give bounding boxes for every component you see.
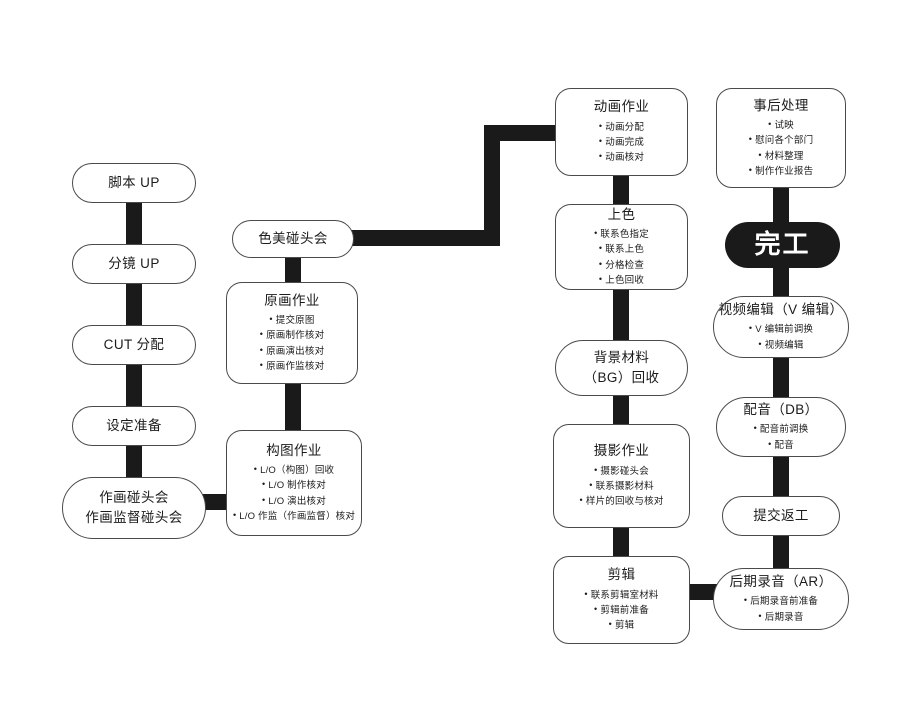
node-bullet-list: 摄影碰头会 联系摄影材料 样片的回收与核对 <box>580 464 664 510</box>
list-item: 慰问各个部门 <box>749 133 814 148</box>
node-bullet-list: 配音前调换 配音 <box>754 422 809 453</box>
node-title: 剪辑 <box>607 567 636 583</box>
list-item: 上色回收 <box>594 273 649 288</box>
list-item: 联系上色 <box>594 242 649 257</box>
connector-photography-to-editing <box>613 524 629 560</box>
node-script-up[interactable]: 脚本 UP <box>72 163 196 203</box>
connector-inbetween-to-coloring <box>613 172 629 208</box>
node-cut-assign[interactable]: CUT 分配 <box>72 325 196 365</box>
node-submit-rework[interactable]: 提交返工 <box>722 496 840 536</box>
node-setting-prep[interactable]: 设定准备 <box>72 406 196 446</box>
list-item: 摄影碰头会 <box>580 464 664 479</box>
list-item: 后期录音前准备 <box>744 594 818 609</box>
node-key-animation[interactable]: 原画作业 提交原图 原画制作核对 原画演出核对 原画作监核对 <box>226 282 358 384</box>
list-item: 联系剪辑室材料 <box>584 588 659 603</box>
node-title: 事后处理 <box>753 97 809 113</box>
flowchart-canvas: 脚本 UP 分镜 UP CUT 分配 设定准备 作画碰头会 作画监督碰头会 色美… <box>0 0 918 713</box>
node-bullet-list: 联系剪辑室材料 剪辑前准备 剪辑 <box>584 588 659 634</box>
connector-cut-to-setting <box>126 360 142 412</box>
list-item: L/O 演出核对 <box>233 494 355 509</box>
connector-coloring-to-bg <box>613 286 629 344</box>
node-layout-work[interactable]: 构图作业 L/O（构图）回收 L/O 制作核对 L/O 演出核对 L/O 作监（… <box>226 430 362 536</box>
list-item: 剪辑 <box>584 618 658 633</box>
node-title: 后期录音（AR） <box>729 574 833 590</box>
node-title-2: （BG）回收 <box>583 370 660 385</box>
node-title: 配音（DB） <box>743 402 819 418</box>
node-title: 上色 <box>607 206 636 222</box>
list-item: 配音 <box>754 438 809 453</box>
connector-colormeeting-step-h2 <box>484 125 564 141</box>
list-item: 剪辑前准备 <box>584 603 658 618</box>
list-item: 后期录音 <box>744 610 818 625</box>
list-item: 提交原图 <box>260 313 325 328</box>
node-post-processing[interactable]: 事后处理 试映 慰问各个部门 材料整理 制作作业报告 <box>716 88 846 188</box>
node-bullet-list: 提交原图 原画制作核对 原画演出核对 原画作监核对 <box>260 313 325 375</box>
list-item: L/O 作监（作画监督）核对 <box>233 509 355 524</box>
list-item: 材料整理 <box>749 149 814 164</box>
node-title: 脚本 UP <box>108 174 160 190</box>
node-title: 背景材料 <box>593 349 650 365</box>
node-title: 视频编辑（V 编辑） <box>718 302 844 318</box>
list-item: 配音前调换 <box>754 422 809 437</box>
connector-script-to-storyboard <box>126 198 142 250</box>
list-item: 联系色指定 <box>594 227 649 242</box>
list-item: L/O（构图）回收 <box>233 463 355 478</box>
node-drawing-meeting[interactable]: 作画碰头会 作画监督碰头会 <box>62 477 206 539</box>
node-title: 色美碰头会 <box>258 230 328 246</box>
node-storyboard-up[interactable]: 分镜 UP <box>72 244 196 284</box>
list-item: V 编辑前调换 <box>749 322 813 337</box>
list-item: 原画制作核对 <box>260 328 325 343</box>
node-dubbing[interactable]: 配音（DB） 配音前调换 配音 <box>716 397 846 457</box>
node-post-recording[interactable]: 后期录音（AR） 后期录音前准备 后期录音 <box>713 568 849 630</box>
node-title: 设定准备 <box>106 417 162 433</box>
connector-video-to-dubbing <box>773 355 789 399</box>
node-title: 作画碰头会 <box>99 489 169 505</box>
list-item: 试映 <box>749 118 814 133</box>
node-title: 分镜 UP <box>108 255 160 271</box>
list-item: 视频编辑 <box>749 338 813 353</box>
list-item: 动画核对 <box>599 150 644 165</box>
connector-submit-to-recording <box>773 534 789 570</box>
connector-key-to-layout <box>285 380 301 432</box>
list-item: 动画完成 <box>599 135 644 150</box>
node-photography[interactable]: 摄影作业 摄影碰头会 联系摄影材料 样片的回收与核对 <box>553 424 690 528</box>
node-title: 构图作业 <box>266 442 322 458</box>
node-completion[interactable]: 完工 <box>725 222 840 268</box>
node-in-between-animation[interactable]: 动画作业 动画分配 动画完成 动画核对 <box>555 88 688 176</box>
node-title-2: 作画监督碰头会 <box>85 510 183 525</box>
node-bullet-list: 联系色指定 联系上色 分格检查 上色回收 <box>594 227 649 289</box>
node-title: 原画作业 <box>264 292 320 308</box>
node-editing[interactable]: 剪辑 联系剪辑室材料 剪辑前准备 剪辑 <box>553 556 690 644</box>
connector-bg-to-photography <box>613 392 629 426</box>
connector-colormeeting-step-v <box>484 125 500 246</box>
node-bullet-list: 试映 慰问各个部门 材料整理 制作作业报告 <box>749 118 814 180</box>
node-video-editing[interactable]: 视频编辑（V 编辑） V 编辑前调换 视频编辑 <box>713 296 849 358</box>
node-bullet-list: 后期录音前准备 后期录音 <box>744 594 818 625</box>
node-background-recovery[interactable]: 背景材料 （BG）回收 <box>555 340 688 396</box>
list-item: 分格检查 <box>594 258 649 273</box>
list-item: 制作作业报告 <box>749 164 814 179</box>
node-coloring[interactable]: 上色 联系色指定 联系上色 分格检查 上色回收 <box>555 204 688 290</box>
node-title: 提交返工 <box>753 507 809 523</box>
connector-colormeeting-step-h1 <box>348 230 500 246</box>
node-title: 动画作业 <box>593 99 650 115</box>
list-item: 原画作监核对 <box>260 359 325 374</box>
list-item: L/O 制作核对 <box>233 478 355 493</box>
list-item: 样片的回收与核对 <box>580 494 664 509</box>
node-bullet-list: V 编辑前调换 视频编辑 <box>749 322 813 353</box>
connector-dubbing-to-submit <box>773 454 789 496</box>
list-item: 原画演出核对 <box>260 344 325 359</box>
node-bullet-list: 动画分配 动画完成 动画核对 <box>599 120 644 166</box>
node-title: 摄影作业 <box>593 443 650 459</box>
list-item: 联系摄影材料 <box>580 479 664 494</box>
node-color-art-meeting[interactable]: 色美碰头会 <box>232 220 354 258</box>
node-title: CUT 分配 <box>103 336 165 352</box>
node-title: 完工 <box>754 229 811 260</box>
node-bullet-list: L/O（构图）回收 L/O 制作核对 L/O 演出核对 L/O 作监（作画监督）… <box>233 463 355 525</box>
connector-storyboard-to-cut <box>126 279 142 331</box>
list-item: 动画分配 <box>599 120 644 135</box>
